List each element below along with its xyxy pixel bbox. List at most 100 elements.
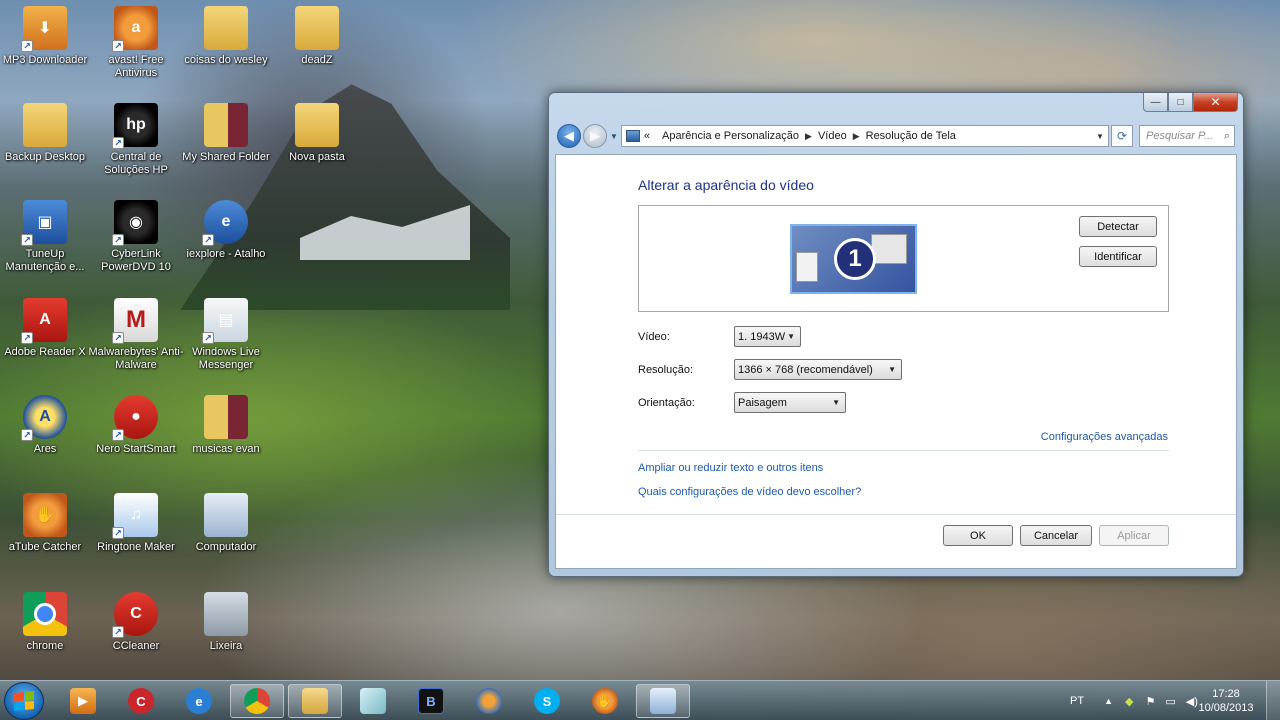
desktop-icon-coisas-do-wesley[interactable]: coisas do wesley: [178, 4, 274, 90]
forward-button[interactable]: ▶: [583, 124, 607, 148]
desktop-icon-atube-catcher[interactable]: ✋ aTube Catcher: [0, 491, 93, 577]
desktop-icon-powerdvd[interactable]: ◉ ↗ CyberLink PowerDVD 10: [88, 198, 184, 284]
breadcrumb-separator-icon[interactable]: ▶: [805, 131, 812, 142]
start-button[interactable]: [4, 682, 44, 720]
taskbar-media-center[interactable]: [462, 684, 516, 718]
tuneup-icon: ▣ ↗: [21, 200, 67, 246]
video-select[interactable]: 1. 1943W ▼: [734, 326, 801, 347]
monitor-window-thumbnail: [871, 234, 907, 264]
computer-icon: [204, 493, 248, 537]
desktop-icon-malwarebytes[interactable]: M ↗ Malwarebytes' Anti-Malware: [88, 296, 184, 382]
breadcrumb-separator-icon[interactable]: ▶: [853, 131, 860, 142]
taskbar-bitdefender[interactable]: B: [404, 684, 458, 718]
taskbar-chrome[interactable]: [230, 684, 284, 718]
search-icon[interactable]: ⌕: [1224, 130, 1230, 143]
adobe-reader-icon: A ↗: [21, 298, 67, 344]
back-button[interactable]: ◀: [557, 124, 581, 148]
ringtone-maker-icon: ♫ ↗: [112, 493, 158, 539]
desktop-icon-ccleaner[interactable]: C ↗ CCleaner: [88, 590, 184, 676]
desktop-icon-nero[interactable]: ● ↗ Nero StartSmart: [88, 393, 184, 479]
chevron-down-icon: ▼: [787, 332, 795, 341]
identify-button[interactable]: Identificar: [1079, 246, 1157, 267]
windows-logo-icon: [14, 690, 34, 712]
resolution-select[interactable]: 1366 × 768 (recomendável) ▼: [734, 359, 902, 380]
desktop-icon-label: iexplore - Atalho: [186, 248, 266, 260]
desktop-icon-hp[interactable]: hp ↗ Central de Soluções HP: [88, 101, 184, 187]
recycle-bin-icon: [204, 592, 248, 636]
show-hidden-icons-icon[interactable]: ▲: [1104, 696, 1113, 706]
desktop-icon-windows-live-messenger[interactable]: ▤ ↗ Windows Live Messenger: [178, 296, 274, 382]
desktop-icon-avast[interactable]: a ↗ avast! Free Antivirus: [88, 4, 184, 90]
desktop-icon-label: Nova pasta: [289, 151, 345, 163]
taskbar-ccleaner[interactable]: C: [114, 684, 168, 718]
screen-resolution-window[interactable]: — □ ✕ ◀ ▶ ▼ « Aparência e Personalização…: [548, 92, 1244, 577]
video-select-value: 1. 1943W: [738, 330, 786, 343]
desktop-icon-label: avast! Free Antivirus: [108, 54, 164, 79]
bitdefender-icon: B: [418, 688, 444, 714]
close-button[interactable]: ✕: [1193, 93, 1238, 112]
desktop-icon-tuneup[interactable]: ▣ ↗ TuneUp Manutenção e...: [0, 198, 93, 284]
desktop-icon-backup-desktop[interactable]: Backup Desktop: [0, 101, 93, 187]
hp-icon: hp ↗: [112, 103, 158, 149]
which-settings-link[interactable]: Quais configurações de vídeo devo escolh…: [638, 486, 861, 498]
network-icon[interactable]: ▭: [1165, 695, 1175, 708]
refresh-button[interactable]: ⟳: [1111, 125, 1133, 147]
address-bar[interactable]: « Aparência e Personalização ▶ Vídeo ▶ R…: [620, 125, 1109, 147]
taskbar-generic-app[interactable]: [346, 684, 400, 718]
action-center-flag-icon[interactable]: ⚑: [1145, 695, 1155, 708]
desktop-icon-label: Windows Live Messenger: [192, 346, 260, 371]
advanced-settings-link[interactable]: Configurações avançadas: [1041, 431, 1168, 443]
folder-icon: [23, 103, 67, 147]
apply-button[interactable]: Aplicar: [1099, 525, 1169, 546]
nero-icon: ● ↗: [112, 395, 158, 441]
desktop-icon-adobe-reader[interactable]: A ↗ Adobe Reader X: [0, 296, 93, 382]
window-content: Alterar a aparência do vídeo 1 Detectar …: [555, 154, 1237, 569]
monitor-thumbnail[interactable]: 1: [790, 224, 917, 294]
address-dropdown-icon[interactable]: ▼: [1092, 132, 1108, 141]
maximize-button[interactable]: □: [1168, 93, 1193, 112]
taskbar-media-player[interactable]: ▶: [56, 684, 110, 718]
desktop-icon-chrome[interactable]: chrome: [0, 590, 93, 676]
desktop-icon-ringtone-maker[interactable]: ♫ ↗ Ringtone Maker: [88, 491, 184, 577]
tray-app-icon[interactable]: ◆: [1125, 695, 1133, 708]
desktop-icon-lixeira[interactable]: Lixeira: [178, 590, 274, 676]
folder-icon: [295, 103, 339, 147]
taskbar-internet-explorer[interactable]: e: [172, 684, 226, 718]
taskbar-atube-catcher[interactable]: ✋: [578, 684, 632, 718]
taskbar-display-settings[interactable]: [636, 684, 690, 718]
breadcrumb-item-screen-resolution[interactable]: Resolução de Tela: [866, 130, 956, 142]
taskbar-file-explorer[interactable]: [288, 684, 342, 718]
taskbar-skype[interactable]: S: [520, 684, 574, 718]
atube-catcher-icon: ✋: [23, 493, 67, 537]
breadcrumb-prefix[interactable]: «: [644, 130, 650, 142]
folder-icon: [204, 6, 248, 50]
display-preview-panel: 1 Detectar Identificar: [638, 205, 1169, 312]
clock[interactable]: 17:28 10/08/2013: [1196, 687, 1256, 715]
show-desktop-button[interactable]: [1266, 681, 1280, 720]
desktop-icon-nova-pasta[interactable]: Nova pasta: [269, 101, 365, 187]
text-size-link[interactable]: Ampliar ou reduzir texto e outros itens: [638, 462, 823, 474]
breadcrumb-item-appearance[interactable]: Aparência e Personalização: [662, 130, 799, 142]
mp3-downloader-icon: ⬇ ↗: [21, 6, 67, 52]
desktop-icon-musicas-evan[interactable]: musicas evan: [178, 393, 274, 479]
desktop-icon-computador[interactable]: Computador: [178, 491, 274, 577]
minimize-button[interactable]: —: [1143, 93, 1168, 112]
ccleaner-icon: C ↗: [112, 592, 158, 638]
display-settings-icon: [650, 688, 676, 714]
cancel-button[interactable]: Cancelar: [1020, 525, 1092, 546]
ares-icon: A ↗: [21, 395, 67, 441]
desktop-icon-my-shared-folder[interactable]: My Shared Folder: [178, 101, 274, 187]
detect-button[interactable]: Detectar: [1079, 216, 1157, 237]
desktop-icon-iexplore[interactable]: e ↗ iexplore - Atalho: [178, 198, 274, 284]
orientation-select[interactable]: Paisagem ▼: [734, 392, 846, 413]
desktop-icon-ares[interactable]: A ↗ Ares: [0, 393, 93, 479]
search-input[interactable]: Pesquisar P... ⌕: [1139, 125, 1235, 147]
desktop-icon-label: CCleaner: [112, 640, 160, 652]
media-center-icon: [476, 688, 502, 714]
recent-pages-dropdown[interactable]: ▼: [610, 132, 618, 141]
breadcrumb-item-video[interactable]: Vídeo: [818, 130, 847, 142]
ok-button[interactable]: OK: [943, 525, 1013, 546]
language-indicator[interactable]: PT: [1070, 695, 1084, 707]
desktop-icon-deadz[interactable]: deadZ: [269, 4, 365, 90]
desktop-icon-mp3-downloader[interactable]: ⬇ ↗ MP3 Downloader: [0, 4, 93, 90]
